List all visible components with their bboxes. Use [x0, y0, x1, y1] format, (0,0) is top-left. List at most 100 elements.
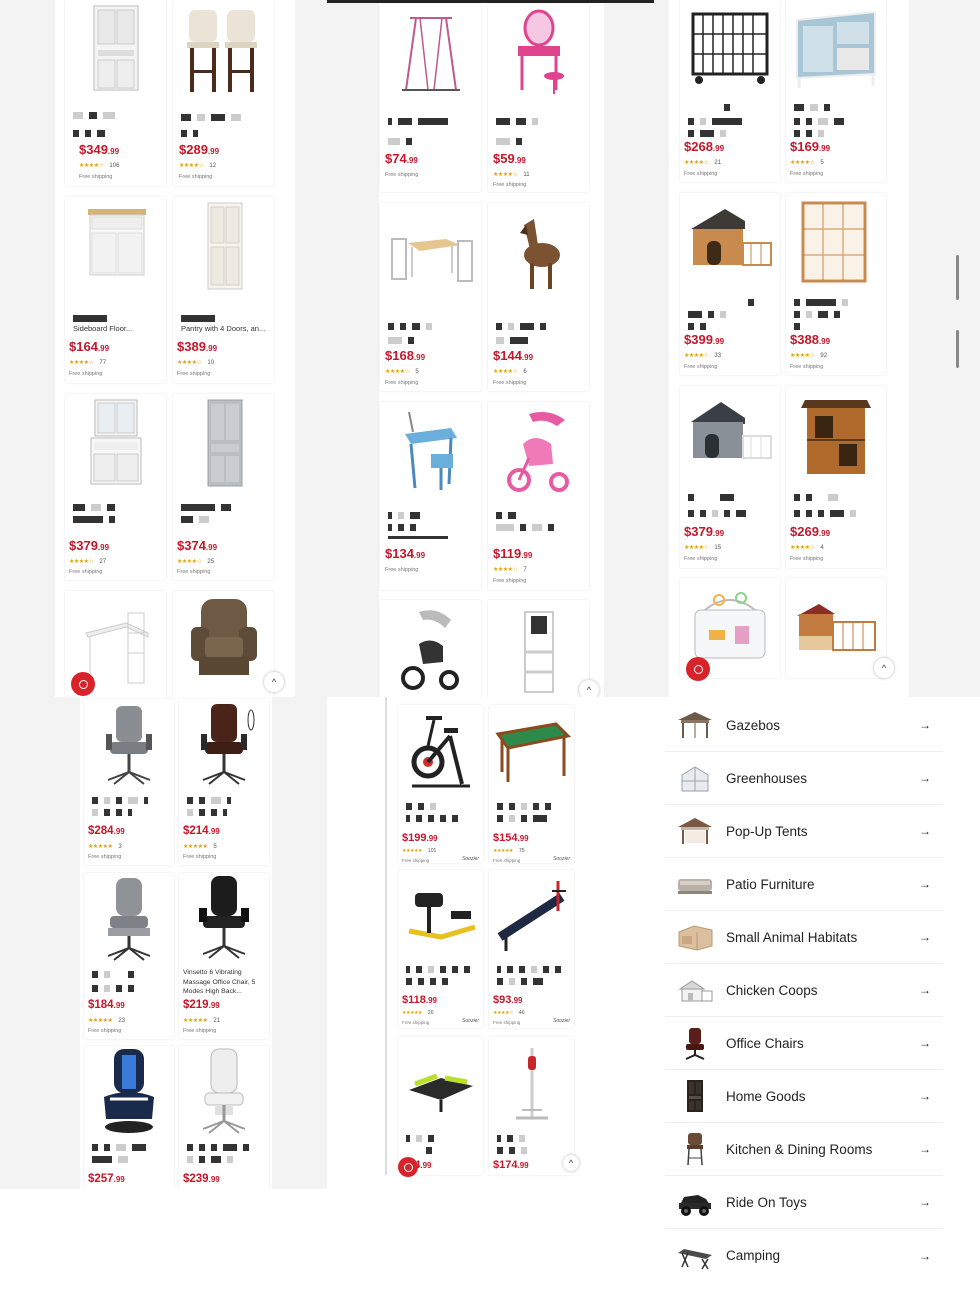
- category-item-office-chairs[interactable]: Office Chairs →: [665, 1017, 943, 1070]
- category-item-camping[interactable]: Camping →: [665, 1229, 943, 1282]
- shipping-label: Free shipping: [69, 569, 103, 575]
- product-card[interactable]: $349.99 ★★★★☆ 106 Free shipping: [65, 0, 166, 186]
- product-card[interactable]: $174.99: [489, 1037, 574, 1175]
- shipping-label: Free shipping: [385, 172, 419, 178]
- scroll-to-top-button[interactable]: ^: [264, 672, 284, 692]
- category-item-small-animal-habitats[interactable]: Small Animal Habitats →: [665, 911, 943, 964]
- product-image-kids-desk: [380, 402, 481, 497]
- cabinet-icon: [675, 1078, 715, 1114]
- product-price: $257.99: [88, 1173, 125, 1185]
- product-card[interactable]: $74.99 Free shipping: [380, 4, 481, 192]
- product-card[interactable]: [173, 591, 274, 697]
- product-card[interactable]: [786, 578, 886, 678]
- rating-stars: ★★★★☆ 4: [790, 545, 824, 551]
- product-card[interactable]: $379.99 ★★★★☆ 27 Free shipping: [65, 394, 166, 580]
- product-card[interactable]: $268.99 ★★★★☆ 21 Free shipping: [680, 0, 780, 182]
- category-label: Greenhouses: [726, 770, 808, 786]
- product-image-hutch-cabinet: [65, 394, 166, 489]
- product-card[interactable]: $284.99 ★★★★★ 3 Free shipping: [84, 699, 174, 865]
- product-card[interactable]: $119.99 ★★★★☆ 7 Free shipping: [488, 402, 589, 590]
- arrow-right-icon: →: [919, 1248, 931, 1263]
- category-item-home-goods[interactable]: Home Goods →: [665, 1070, 943, 1123]
- product-image-gym-bar: [380, 4, 481, 99]
- product-card[interactable]: Sideboard Floor... $164.99 ★★★★☆ 77 Free …: [65, 197, 166, 383]
- product-grid-home-goods: $349.99 ★★★★☆ 106 Free shipping $289.99 ★…: [0, 0, 327, 697]
- product-card[interactable]: $388.99 ★★★★☆ 92 Free shipping: [786, 193, 886, 375]
- product-card[interactable]: $379.99 ★★★★☆ 15 Free shipping: [680, 386, 780, 568]
- category-item-gazebos[interactable]: Gazebos →: [665, 699, 943, 752]
- product-card[interactable]: $59.99 ★★★★☆ 11 Free shipping: [488, 4, 589, 192]
- product-price: $399.99: [684, 332, 725, 347]
- rating-stars: ★★★★☆ 6: [493, 369, 527, 375]
- product-card[interactable]: $144.99 ★★★★☆ 6 Free shipping: [488, 203, 589, 391]
- product-price: $379.99: [684, 524, 725, 539]
- scroll-to-top-button[interactable]: ^: [874, 658, 894, 678]
- product-card[interactable]: $289.99 ★★★★☆ 12 Free shipping: [173, 0, 274, 186]
- product-card[interactable]: $168.99 ★★★★☆ 5 Free shipping: [380, 203, 481, 391]
- product-card[interactable]: Vinsetto 6 Vibrating Massage Office Chai…: [179, 873, 269, 1039]
- category-item-chicken-coops[interactable]: Chicken Coops →: [665, 964, 943, 1017]
- product-card[interactable]: [380, 600, 481, 697]
- chat-button[interactable]: [686, 657, 710, 681]
- rating-stars: ★★★★★ 3: [88, 844, 122, 850]
- product-card[interactable]: $84.99: [398, 1037, 483, 1175]
- product-price: $379.99: [69, 538, 110, 553]
- product-image-grey-office-chair: [84, 699, 174, 789]
- category-label: Camping: [726, 1248, 781, 1263]
- scroll-to-top-button[interactable]: ^: [563, 1155, 579, 1171]
- product-card[interactable]: $399.99 ★★★★☆ 33 Free shipping: [680, 193, 780, 375]
- category-item-ride-on-toys[interactable]: Ride On Toys →: [665, 1176, 943, 1229]
- product-card[interactable]: $169.99 ★★★★☆ 5 Free shipping: [786, 0, 886, 182]
- rating-stars: ★★★★☆ 106: [79, 163, 120, 169]
- arrow-right-icon: →: [919, 1089, 931, 1103]
- brand-logo: Soozier: [462, 856, 479, 862]
- chevron-up-icon: ^: [271, 677, 277, 687]
- product-image-bar-stools: [173, 0, 274, 95]
- product-image-kids-table: [380, 203, 481, 298]
- product-card[interactable]: $118.99 ★★★★★ 26 Free shipping Soozier: [398, 870, 483, 1028]
- product-card[interactable]: $257.99: [84, 1046, 174, 1189]
- shipping-label: Free shipping: [385, 567, 419, 573]
- product-card[interactable]: $269.99 ★★★★☆ 4 Free shipping: [786, 386, 886, 568]
- product-card[interactable]: $214.99 ★★★★★ 5 Free shipping: [179, 699, 269, 865]
- product-price: $219.99: [183, 999, 220, 1011]
- product-title: Sideboard Floor...: [73, 324, 133, 333]
- shipping-label: Free shipping: [88, 1028, 122, 1034]
- product-card[interactable]: $374.99 ★★★★☆ 25 Free shipping: [173, 394, 274, 580]
- shipping-label: Free shipping: [88, 854, 122, 860]
- product-card[interactable]: Pantry with 4 Doors, an... $389.99 ★★★★☆…: [173, 197, 274, 383]
- product-price: $154.99: [493, 832, 529, 844]
- product-image-gaming-chair-blue: [84, 1046, 174, 1136]
- product-card[interactable]: $184.99 ★★★★★ 23 Free shipping: [84, 873, 174, 1039]
- product-grid-pets: $268.99 ★★★★☆ 21 Free shipping $169.99 ★★…: [654, 0, 980, 697]
- product-card[interactable]: [488, 600, 589, 697]
- rating-stars: ★★★★★ 101: [402, 848, 437, 854]
- shipping-label: Free shipping: [79, 174, 113, 180]
- category-item-kitchen-dining-rooms[interactable]: Kitchen & Dining Rooms →: [665, 1123, 943, 1176]
- product-card[interactable]: $199.99 ★★★★★ 101 Free shipping Soozier: [398, 705, 483, 863]
- shipping-label: Free shipping: [790, 556, 824, 562]
- product-card[interactable]: $154.99 ★★★★★ 75 Free shipping Soozier: [489, 705, 574, 863]
- product-image-stroller-trike: [380, 600, 481, 695]
- product-price: $214.99: [183, 825, 220, 837]
- rating-stars: ★★★★☆ 77: [69, 360, 107, 366]
- product-card[interactable]: $134.99 Free shipping: [380, 402, 481, 590]
- product-card[interactable]: $93.99 ★★★★☆ 46 Free shipping Soozier: [489, 870, 574, 1028]
- product-image-squat-machine: [398, 870, 483, 958]
- product-image-black-office-chair: [179, 873, 269, 963]
- product-image-exercise-bike: [398, 705, 483, 793]
- arrow-right-icon: →: [919, 877, 931, 891]
- chat-button[interactable]: [71, 672, 95, 696]
- product-title: Vinsetto 6 Vibrating Massage Office Chai…: [183, 969, 256, 995]
- category-item-pop-up-tents[interactable]: Pop-Up Tents →: [665, 805, 943, 858]
- shipping-label: Free shipping: [402, 1020, 430, 1025]
- scroll-to-top-button[interactable]: ^: [579, 680, 599, 697]
- category-item-patio-furniture[interactable]: Patio Furniture →: [665, 858, 943, 911]
- product-card[interactable]: $239.99: [179, 1046, 269, 1189]
- product-price: $184.99: [88, 999, 125, 1011]
- shipping-label: Free shipping: [684, 171, 718, 177]
- chicken-coop-icon: [675, 972, 715, 1008]
- chat-button[interactable]: [398, 1157, 418, 1177]
- arrow-right-icon: →: [919, 1195, 931, 1209]
- category-item-greenhouses[interactable]: Greenhouses →: [665, 752, 943, 805]
